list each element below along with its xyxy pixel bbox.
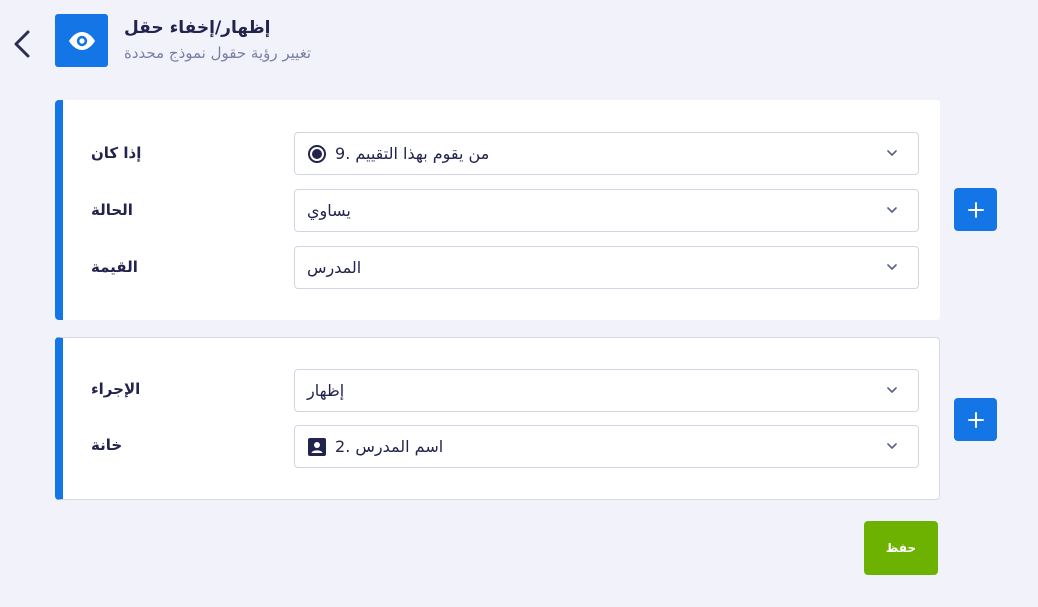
condition-value: يساوي [307, 201, 351, 220]
value-label: القيمة [91, 258, 138, 276]
chevron-down-icon [887, 150, 897, 156]
page-header: إظهار/إخفاء حقل تغيير رؤية حقول نموذج مح… [124, 16, 524, 64]
if-label: إذا كان [91, 144, 142, 162]
value-value: المدرس [307, 258, 362, 277]
plus-icon [967, 411, 984, 428]
chevron-down-icon [887, 387, 897, 393]
chevron-down-icon [887, 264, 897, 270]
if-field-value: من يقوم بهذا التقييم .9 [335, 144, 490, 163]
field-value: اسم المدرس .2 [335, 437, 444, 456]
action-card [55, 337, 940, 500]
action-value: إظهار [307, 381, 345, 400]
eye-icon [68, 31, 95, 50]
add-condition-button[interactable] [954, 188, 997, 231]
action-select[interactable]: إظهار [294, 369, 919, 412]
eye-icon-tile [55, 14, 108, 67]
plus-icon [967, 201, 984, 218]
action-label: الإجراء [91, 380, 141, 398]
condition-label: الحالة [91, 201, 133, 219]
save-button[interactable]: حفظ [864, 521, 938, 575]
condition-select[interactable]: يساوي [294, 189, 919, 232]
chevron-down-icon [887, 207, 897, 213]
radio-icon [308, 145, 326, 163]
field-select[interactable]: اسم المدرس .2 [294, 425, 919, 468]
field-label: خانة [91, 436, 123, 454]
page-subtitle: تغيير رؤية حقول نموذج محددة [124, 44, 312, 62]
chevron-down-icon [887, 443, 897, 449]
if-field-select[interactable]: من يقوم بهذا التقييم .9 [294, 132, 919, 175]
value-select[interactable]: المدرس [294, 246, 919, 289]
page-title: إظهار/إخفاء حقل [124, 18, 271, 38]
contact-card-icon [308, 438, 326, 456]
add-action-button[interactable] [954, 398, 997, 441]
back-chevron-icon[interactable] [8, 26, 36, 62]
